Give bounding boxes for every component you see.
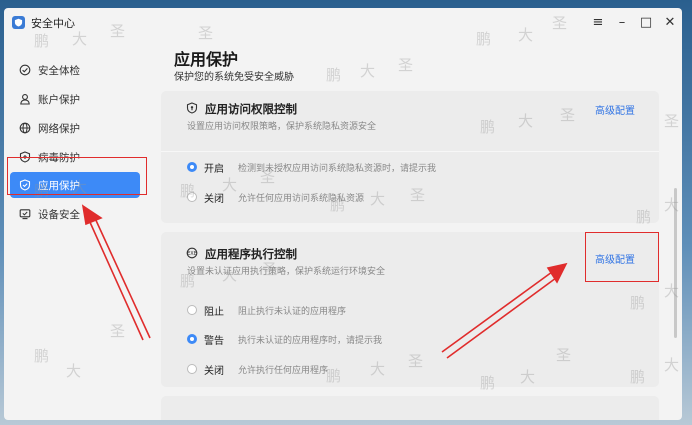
check-shield-icon <box>18 63 32 77</box>
option-disable[interactable]: 关闭 允许任何应用访问系统隐私资源 <box>187 189 364 205</box>
app-access-control-card: 应用访问权限控制 设置应用访问权限策略，保护系统隐私资源安全 高级配置 开启 检… <box>161 91 659 223</box>
card-title: 应用程序执行控制 <box>205 249 297 261</box>
shield-icon <box>185 101 198 114</box>
sidebar-item-label: 病毒防护 <box>38 151 80 164</box>
advanced-config-link[interactable]: 高级配置 <box>595 251 635 266</box>
sidebar-item-app-protection[interactable]: 应用保护 <box>10 172 140 198</box>
app-exec-control-card: EXE 应用程序执行控制 设置未认证应用执行策略，保护系统运行环境安全 高级配置… <box>161 232 659 387</box>
sidebar-item-device[interactable]: 设备安全 <box>10 201 140 227</box>
option-block[interactable]: 阻止 阻止执行未认证的应用程序 <box>187 302 346 318</box>
option-label: 关闭 <box>204 193 224 205</box>
radio-button[interactable] <box>187 192 197 202</box>
sidebar-item-label: 设备安全 <box>38 208 80 221</box>
sidebar: 安全体检 账户保护 网络保护 病毒防护 应用保护 设备安全 <box>4 44 146 416</box>
sidebar-item-label: 账户保护 <box>38 93 80 106</box>
option-label: 警告 <box>204 335 224 347</box>
page-subtitle: 保护您的系统免受安全威胁 <box>174 72 294 83</box>
app-window: 安全中心 ≡ – □ ✕ 安全体检 账户保护 网络保护 病毒防护 应用保护 设备… <box>4 8 682 420</box>
sidebar-item-label: 应用保护 <box>38 179 80 192</box>
shield-plus-icon <box>18 150 32 164</box>
option-description: 允许执行任何应用程序 <box>238 364 329 375</box>
card-title: 应用访问权限控制 <box>205 104 297 116</box>
svg-text:EXE: EXE <box>187 250 197 256</box>
advanced-config-link[interactable]: 高级配置 <box>595 102 635 117</box>
monitor-icon <box>18 207 32 221</box>
globe-icon <box>18 121 32 135</box>
sidebar-item-label: 安全体检 <box>38 64 80 77</box>
option-description: 阻止执行未认证的应用程序 <box>238 305 347 316</box>
app-title: 安全中心 <box>31 18 75 30</box>
radio-button[interactable] <box>187 334 197 344</box>
option-enable[interactable]: 开启 检测到未授权应用访问系统隐私资源时，请提示我 <box>187 159 436 175</box>
scrollbar[interactable] <box>674 188 677 338</box>
sidebar-item-health-check[interactable]: 安全体检 <box>10 57 140 83</box>
shield-icon <box>18 178 32 192</box>
option-label: 开启 <box>204 163 224 175</box>
card-description: 设置应用访问权限策略，保护系统隐私资源安全 <box>187 121 377 131</box>
sidebar-item-network[interactable]: 网络保护 <box>10 115 140 141</box>
card-description: 设置未认证应用执行策略，保护系统运行环境安全 <box>187 266 386 276</box>
main-content: 应用保护 保护您的系统免受安全威胁 应用访问权限控制 设置应用访问权限策略，保护… <box>148 8 682 420</box>
sidebar-item-label: 网络保护 <box>38 122 80 135</box>
exec-icon: EXE <box>185 246 198 259</box>
radio-button[interactable] <box>187 162 197 172</box>
radio-button[interactable] <box>187 364 197 374</box>
page-title: 应用保护 <box>174 52 239 69</box>
sidebar-item-virus[interactable]: 病毒防护 <box>10 144 140 170</box>
next-card <box>161 396 659 420</box>
option-warn[interactable]: 警告 执行未认证的应用程序时，请提示我 <box>187 331 382 347</box>
option-label: 关闭 <box>204 365 224 377</box>
user-icon <box>18 92 32 106</box>
option-description: 执行未认证的应用程序时，请提示我 <box>238 334 383 345</box>
app-logo-icon <box>12 16 25 29</box>
option-description: 允许任何应用访问系统隐私资源 <box>238 192 365 203</box>
option-off[interactable]: 关闭 允许执行任何应用程序 <box>187 361 328 377</box>
radio-button[interactable] <box>187 305 197 315</box>
sidebar-item-account[interactable]: 账户保护 <box>10 86 140 112</box>
option-description: 检测到未授权应用访问系统隐私资源时，请提示我 <box>238 162 437 173</box>
option-label: 阻止 <box>204 306 224 318</box>
